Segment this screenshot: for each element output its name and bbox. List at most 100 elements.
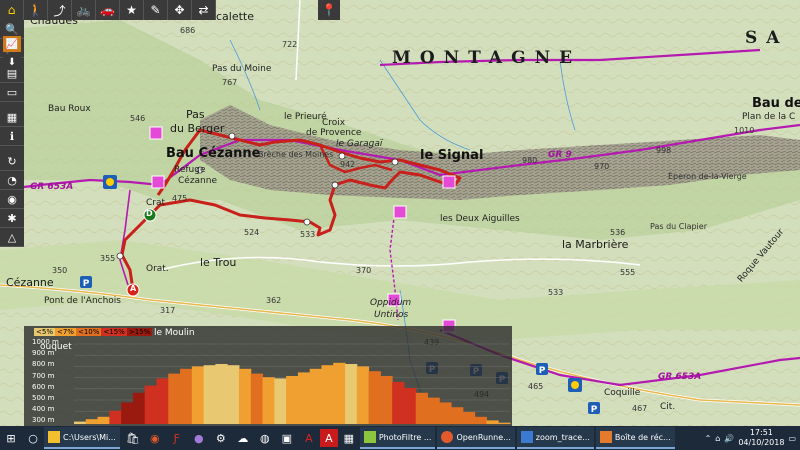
windows-taskbar: ⊞ ○ C:\Users\Mi... 🛍 ◉ Ƒ ● ⚙ ☁ ◍ ▣ A A ▦… bbox=[0, 426, 800, 450]
car-button[interactable]: 🚗 bbox=[96, 0, 120, 20]
gear-icon[interactable]: ⚙ bbox=[210, 427, 232, 449]
search-taskbar-button[interactable]: ○ bbox=[22, 427, 44, 449]
refresh-button[interactable]: ↻ bbox=[0, 152, 24, 171]
search-icon: ○ bbox=[28, 431, 38, 445]
download-button[interactable]: ⬇ bbox=[3, 54, 21, 70]
elevation-profile-panel[interactable]: <5% <7% <10% <15% >15% 1000 m 900 m 800 m 700 m… bbox=[24, 326, 512, 426]
waypoint-departure[interactable]: D bbox=[146, 209, 153, 218]
map-label-gr653a-right: GR 653A bbox=[658, 372, 702, 382]
cyclist-icon: 🚲 bbox=[76, 3, 91, 17]
map-label-gr9: GR 9 bbox=[548, 150, 572, 160]
profile-bar bbox=[403, 388, 417, 424]
elevation-profile-chart bbox=[74, 343, 511, 424]
elev-767: 767 bbox=[222, 78, 238, 87]
swap-button[interactable]: ⇄ bbox=[192, 0, 216, 20]
map-label-montagne: MONTAGNE bbox=[392, 48, 582, 68]
poi-button[interactable]: ✱ bbox=[0, 209, 24, 228]
elev-533b: 533 bbox=[548, 288, 564, 297]
map-label-le-trou: le Trou bbox=[200, 256, 237, 269]
image-icon bbox=[520, 431, 533, 443]
taskbar-app-zoom-trace[interactable]: zoom_trace... bbox=[516, 427, 594, 449]
map-label-bau-des: Bau des bbox=[752, 96, 800, 111]
slope-legend-item: <10% bbox=[75, 328, 102, 336]
elev-536: 536 bbox=[610, 228, 626, 237]
clock[interactable]: 17:51 04/10/2018 bbox=[738, 428, 784, 448]
volume-icon[interactable]: 🔊 bbox=[724, 434, 734, 443]
elev-350: 350 bbox=[52, 266, 68, 275]
profile-bar bbox=[451, 407, 464, 424]
chevron-up-icon[interactable]: ⌃ bbox=[705, 434, 712, 443]
taskbar-app-explorer[interactable]: C:\Users\Mi... bbox=[44, 427, 120, 449]
mountain-button[interactable]: △ bbox=[0, 228, 24, 247]
profile-bar bbox=[203, 365, 216, 424]
cloud-icon[interactable]: ☁ bbox=[232, 427, 254, 449]
profile-bar bbox=[250, 373, 264, 424]
waypoint-start[interactable]: A bbox=[130, 284, 136, 293]
map-label-bau-roux: Bau Roux bbox=[48, 104, 91, 114]
screen: P P P P P P MONTAGNE SA Chaudes de l'Esc… bbox=[0, 0, 800, 450]
elev-465: 465 bbox=[528, 382, 544, 391]
chart-icon: 📈 bbox=[5, 38, 19, 50]
profile-bar bbox=[297, 372, 311, 424]
map-label-plan-de-la: Plan de la C bbox=[742, 112, 796, 122]
map-label-du-berger: du Berger bbox=[170, 122, 225, 135]
profile-chart-button[interactable]: 📈 bbox=[3, 36, 21, 52]
info-button[interactable]: ℹ bbox=[0, 127, 24, 146]
hiker-icon: 🚶 bbox=[28, 3, 43, 17]
slope-legend-item: <5% bbox=[34, 328, 55, 336]
profile-y-label: 700 m bbox=[32, 371, 55, 380]
taskbar-app-openrunner[interactable]: OpenRunne... bbox=[437, 427, 515, 449]
slope-legend-item: <15% bbox=[101, 328, 127, 336]
map-label-pont-anchois: Pont de l'Anchois bbox=[44, 296, 122, 306]
marker-button[interactable]: ★ bbox=[120, 0, 144, 20]
elev-970: 970 bbox=[594, 162, 610, 171]
window-icon[interactable]: ▣ bbox=[276, 427, 298, 449]
map-label-la-marbriere: la Marbrière bbox=[562, 238, 629, 251]
pencil-button[interactable]: ✎ bbox=[144, 0, 168, 20]
calculator-icon[interactable]: ▦ bbox=[338, 427, 360, 449]
taskbar-app-boite-reception[interactable]: Boîte de réc... bbox=[595, 427, 675, 449]
profile-bar bbox=[486, 420, 499, 424]
network-icon[interactable]: ⌂ bbox=[715, 434, 720, 443]
location-marker-button[interactable]: 📍 bbox=[318, 0, 340, 20]
taskbar-app-label: zoom_trace... bbox=[535, 432, 590, 442]
home-button[interactable]: ⌂ bbox=[0, 0, 24, 20]
profile-bar bbox=[97, 416, 110, 424]
photofiltre-icon bbox=[363, 431, 376, 443]
map-label-pas-du-clapier: Pas du Clapier bbox=[650, 222, 707, 231]
firefox-icon-small[interactable]: ◉ bbox=[144, 427, 166, 449]
elev-942: 942 bbox=[340, 160, 356, 169]
gauge-button[interactable]: ◔ bbox=[0, 171, 24, 190]
cyclist-button[interactable]: 🚲 bbox=[72, 0, 96, 20]
profile-bar bbox=[380, 376, 393, 424]
share-button[interactable]: ⤴ bbox=[48, 0, 72, 20]
acrobat-icon[interactable]: A bbox=[298, 427, 320, 449]
elev-1010: 1010 bbox=[734, 126, 755, 135]
ruler-button[interactable]: ▭ bbox=[0, 83, 24, 102]
filezilla-icon[interactable]: Ƒ bbox=[166, 427, 188, 449]
taskbar-app-photofiltre[interactable]: PhotoFiltre ... bbox=[359, 427, 436, 449]
move-icon: ✥ bbox=[174, 3, 185, 17]
start-button[interactable]: ⊞ bbox=[0, 427, 22, 449]
map-label-croix: Croix bbox=[322, 118, 346, 128]
home-icon: ⌂ bbox=[7, 3, 16, 17]
app-purple-icon[interactable]: ● bbox=[188, 427, 210, 449]
profile-bar bbox=[286, 376, 299, 424]
acrobat-red-icon[interactable]: A bbox=[319, 429, 338, 447]
globe-button[interactable]: ◉ bbox=[0, 190, 24, 209]
store-icon[interactable]: 🛍 bbox=[122, 427, 144, 449]
disk-icon[interactable]: ◍ bbox=[254, 427, 276, 449]
profile-bar bbox=[274, 378, 287, 424]
hiker-button[interactable]: 🚶 bbox=[24, 0, 48, 20]
move-button[interactable]: ✥ bbox=[168, 0, 192, 20]
profile-bar bbox=[156, 378, 169, 424]
print-button[interactable]: ▦ bbox=[0, 108, 24, 127]
profile-bar bbox=[309, 368, 322, 424]
taskbar-app-label: Boîte de réc... bbox=[614, 432, 671, 442]
slope-legend-item: <7% bbox=[54, 328, 76, 336]
map-label-gr653a-left: GR 653A bbox=[30, 182, 74, 192]
profile-bar bbox=[333, 362, 346, 424]
map-label-eperon: Éperon de-la-Vierge bbox=[668, 172, 747, 181]
map-label-le-prieure: le Prieuré bbox=[284, 112, 327, 122]
notification-icon[interactable]: ▭ bbox=[788, 434, 796, 443]
